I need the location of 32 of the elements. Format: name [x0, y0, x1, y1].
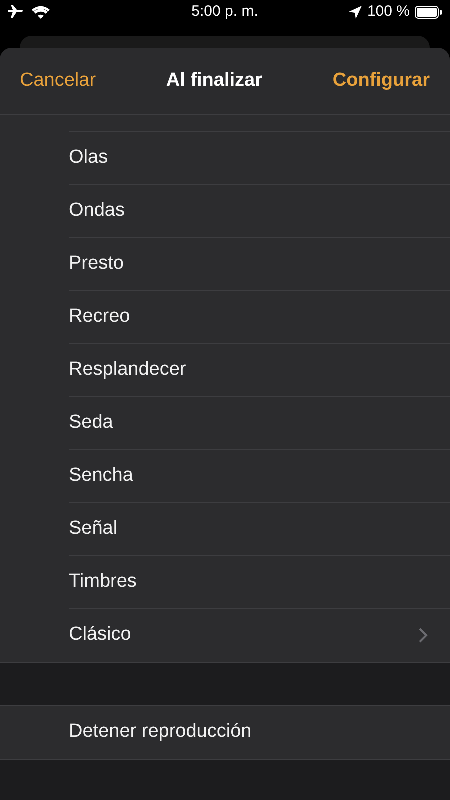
chevron-icon	[419, 628, 428, 643]
item-label: Resplandecer	[69, 358, 186, 382]
item-label: Sencha	[69, 464, 134, 488]
sheet-title: Al finalizar	[165, 68, 264, 93]
item-label: Señal	[69, 517, 118, 542]
list-item[interactable]: Ondas	[0, 185, 450, 238]
status-time: 5:00 p. m.	[192, 2, 258, 22]
list-item[interactable]: Señal	[0, 503, 450, 556]
item-label: Recreo	[69, 305, 130, 330]
item-label: Presto	[69, 252, 124, 276]
list-item[interactable]: Sencha	[0, 450, 450, 503]
list-item[interactable]: Seda	[0, 397, 450, 450]
item-label: Detener reproducción	[69, 720, 252, 744]
item-label: Olas	[69, 146, 108, 170]
list-item[interactable]: Olas	[0, 132, 450, 185]
configure-button[interactable]: Configurar	[332, 66, 430, 96]
item-label: Clásico	[69, 623, 132, 648]
item-label: Ondas	[69, 199, 125, 224]
airplane-icon	[8, 5, 24, 19]
list-item[interactable]: Timbres	[0, 556, 450, 609]
battery-percent: 100 %	[367, 2, 410, 22]
wifi-icon	[32, 6, 50, 18]
list-item[interactable]: Resplandecer	[0, 344, 450, 397]
battery-icon	[415, 6, 442, 18]
cancel-button[interactable]: Cancelar	[20, 66, 96, 96]
item-label: Timbres	[69, 570, 137, 594]
location-arrow-icon	[349, 6, 362, 18]
item-label: Seda	[69, 411, 114, 436]
list-item[interactable]: Clásico	[0, 609, 450, 662]
list-item[interactable]: Presto	[0, 238, 450, 291]
list-item[interactable]: Detener reproducción	[0, 706, 450, 759]
list-item[interactable]: Recreo	[0, 291, 450, 344]
